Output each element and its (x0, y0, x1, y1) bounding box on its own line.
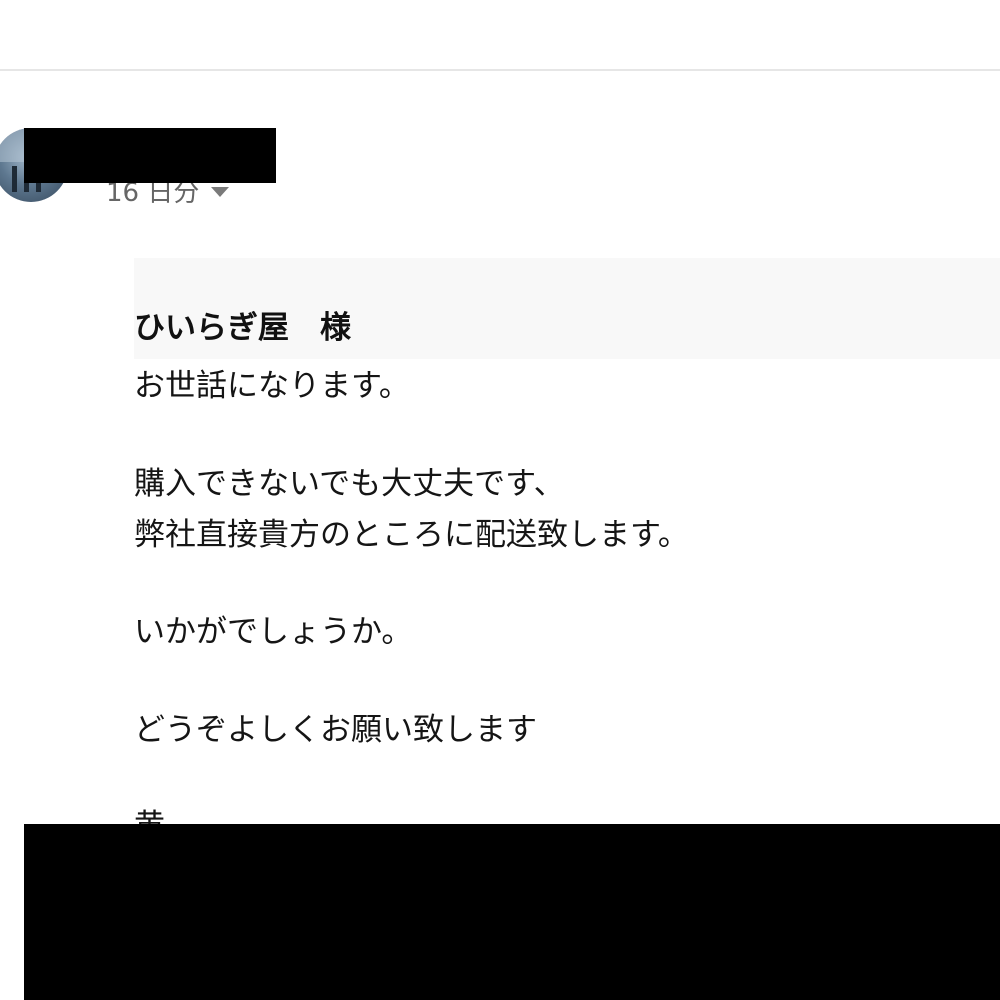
chevron-down-icon[interactable] (211, 186, 230, 197)
top-toolbar (0, 0, 1000, 71)
message-line: いかがでしょうか。 (134, 614, 413, 650)
email-view: cp 16 日分 ひいらぎ屋 様 お世話になります。 購入できないでも大丈夫です… (0, 0, 1000, 1000)
redaction-block (24, 824, 1000, 1000)
avatar-post (12, 166, 17, 192)
message-line: お世話になります。 (134, 368, 410, 404)
greeting-block: ひいらぎ屋 様 (134, 258, 1000, 359)
message-line: どうぞよしくお願い致します (134, 712, 537, 748)
redaction-bar (24, 128, 276, 183)
message-line: 弊社直接貴方のところに配送致します。 (134, 517, 689, 553)
greeting-text: ひいらぎ屋 様 (134, 310, 351, 346)
message-line: 購入できないでも大丈夫です、 (134, 466, 565, 502)
